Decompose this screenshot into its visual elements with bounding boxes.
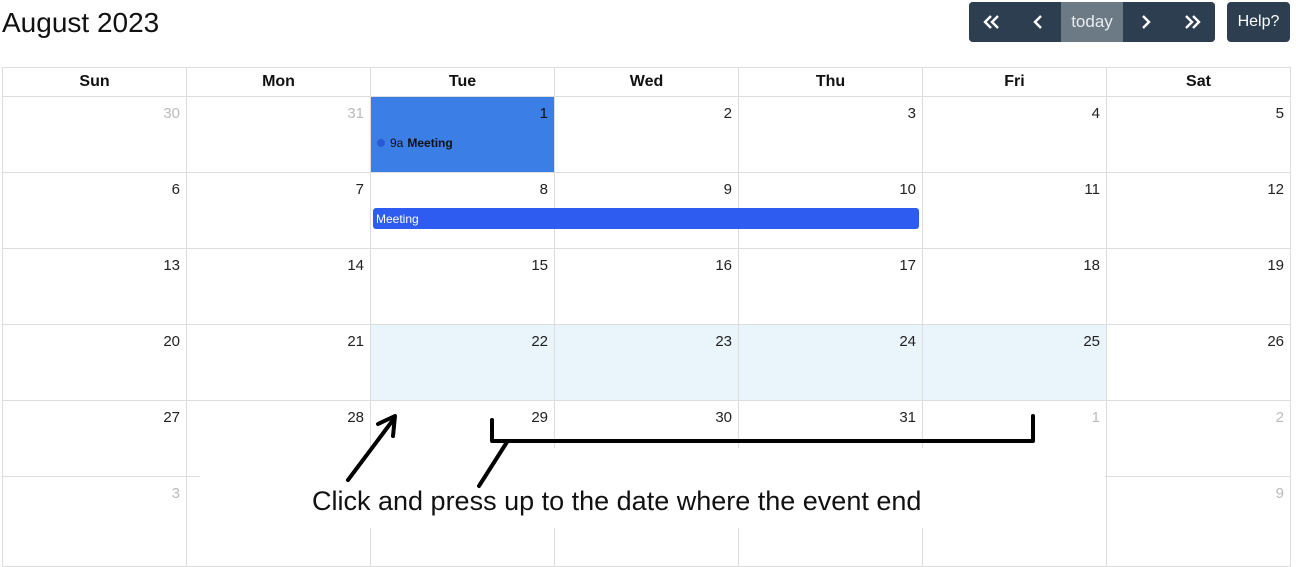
annotation-pointer-line: [477, 440, 509, 488]
annotation-range-bracket: [490, 414, 1035, 443]
annotation-arrow-line: [346, 418, 395, 482]
annotation-drawing: [346, 414, 1035, 488]
